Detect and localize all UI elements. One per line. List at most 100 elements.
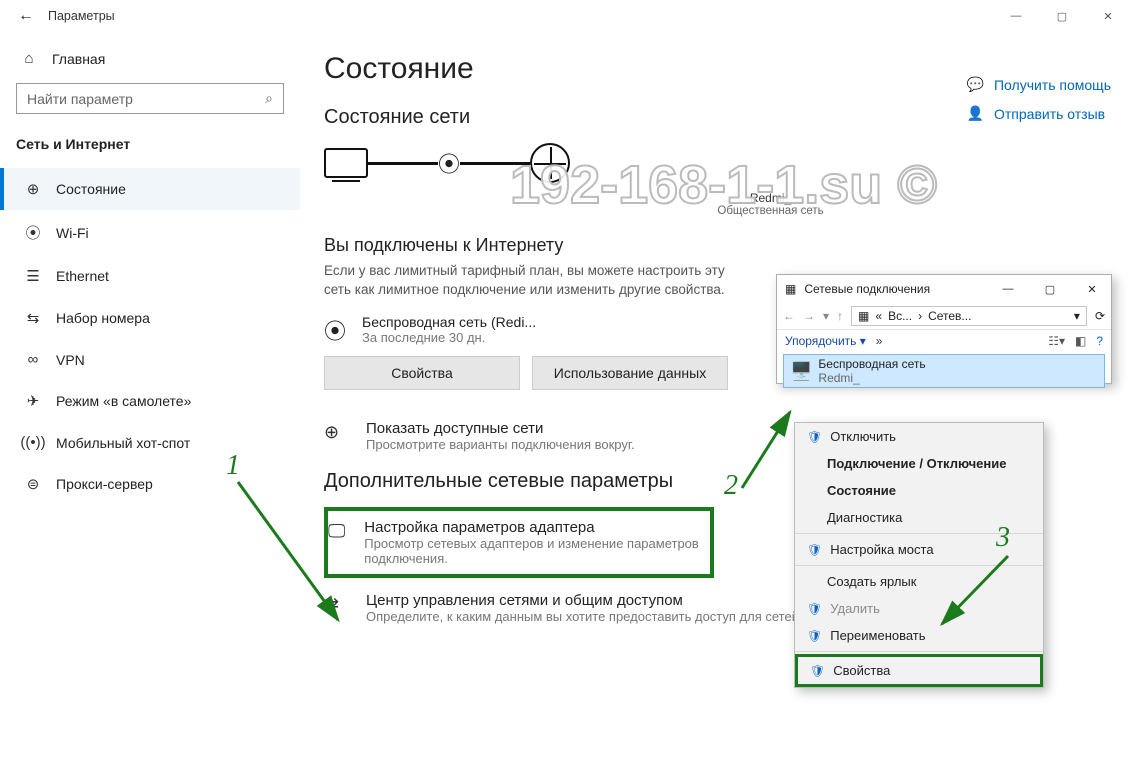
menu-label: Диагностика <box>827 510 902 525</box>
menu-label: Отключить <box>830 429 896 444</box>
annotation-2: 2 <box>724 470 738 502</box>
back-arrow-icon[interactable]: ← <box>16 6 36 26</box>
vpn-icon: ∞ <box>24 351 42 368</box>
sidebar-home[interactable]: ⌂ Главная <box>0 40 300 77</box>
sharing-icon: ⇄ <box>324 592 352 615</box>
sidebar-item-dialup[interactable]: ⇆ Набор номера <box>0 297 300 339</box>
feedback-link[interactable]: 👤 Отправить отзыв <box>967 105 1111 122</box>
watermark-text: 192-168-1-1.su © <box>510 154 937 216</box>
sidebar: ⌂ Главная Найти параметр ⌕ Сеть и Интерн… <box>0 32 300 759</box>
view-icon[interactable]: ☷▾ <box>1048 334 1065 348</box>
menu-item-status[interactable]: Состояние <box>795 477 1043 504</box>
get-help-link[interactable]: 💬 Получить помощь <box>967 76 1111 93</box>
explorer-app-icon: ▦ <box>785 282 796 296</box>
menu-item-disable[interactable]: 🛡 Отключить <box>795 423 1043 450</box>
get-help-label: Получить помощь <box>994 77 1111 93</box>
address-field[interactable]: ▦ « Вс... › Сетев... ▾ <box>851 306 1087 326</box>
right-rail: 💬 Получить помощь 👤 Отправить отзыв <box>967 76 1111 122</box>
connector-line <box>368 162 438 165</box>
globe-small-icon: ⊕ <box>324 420 352 443</box>
show-networks-sub: Просмотрите варианты подключения вокруг. <box>366 437 635 452</box>
window-controls: — ▢ ✕ <box>993 0 1131 32</box>
adapter-settings-link[interactable]: 🖵 Настройка параметров адаптера Просмотр… <box>328 519 700 566</box>
preview-pane-icon[interactable]: ◧ <box>1075 334 1086 348</box>
monitor-icon: 🖵 <box>328 519 350 542</box>
hotspot-icon: ((•)) <box>24 434 42 451</box>
menu-label: Состояние <box>827 483 896 498</box>
titlebar: ← Параметры <box>0 0 1131 32</box>
breadcrumb[interactable]: Вс... <box>888 309 912 323</box>
minimize-button[interactable]: — <box>993 0 1039 32</box>
sidebar-item-label: Мобильный хот-спот <box>56 435 190 451</box>
sidebar-item-label: VPN <box>56 352 85 368</box>
nav-back-icon[interactable]: ← <box>783 309 795 323</box>
home-icon: ⌂ <box>20 50 38 67</box>
nav-up-icon[interactable]: ↑ <box>837 309 843 323</box>
sidebar-section-title: Сеть и Интернет <box>0 126 300 168</box>
shield-icon: 🛡 <box>807 629 822 643</box>
network-adapter-item[interactable]: 🖥️ Беспроводная сеть Redmi_ <box>783 354 1105 388</box>
menu-item-properties[interactable]: 🛡 Свойства <box>795 654 1043 687</box>
menu-item-delete: 🛡 Удалить <box>795 595 1043 622</box>
sidebar-item-label: Состояние <box>56 181 126 197</box>
explorer-maximize-button[interactable]: ▢ <box>1033 276 1067 302</box>
explorer-close-button[interactable]: ✕ <box>1075 276 1109 302</box>
wifi-icon: ⦿ <box>24 222 42 243</box>
sidebar-item-label: Прокси-сервер <box>56 476 153 492</box>
sidebar-item-vpn[interactable]: ∞ VPN <box>0 339 300 380</box>
highlight-box-adapter: 🖵 Настройка параметров адаптера Просмотр… <box>324 507 714 578</box>
menu-label: Подключение / Отключение <box>827 456 1006 471</box>
explorer-address-bar: ← → ▾ ↑ ▦ « Вс... › Сетев... ▾ ⟳ <box>777 303 1111 330</box>
sidebar-item-proxy[interactable]: ⊜ Прокси-сервер <box>0 463 300 505</box>
window-title: Параметры <box>48 9 115 23</box>
explorer-toolbar: Упорядочить ▾ » ☷▾ ◧ ? <box>777 330 1111 352</box>
menu-item-connect[interactable]: Подключение / Отключение <box>795 450 1043 477</box>
more-button[interactable]: » <box>876 334 883 348</box>
network-adapter-icon: 🖥️ <box>790 361 812 382</box>
properties-button[interactable]: Свойства <box>324 356 520 390</box>
menu-label: Настройка моста <box>830 542 933 557</box>
sidebar-item-label: Набор номера <box>56 310 150 326</box>
menu-label: Переименовать <box>830 628 925 643</box>
shield-icon: 🛡 <box>807 602 822 616</box>
adapter-ssid: Redmi_ <box>818 371 925 385</box>
airplane-icon: ✈ <box>24 392 42 410</box>
menu-label: Удалить <box>830 601 880 616</box>
maximize-button[interactable]: ▢ <box>1039 0 1085 32</box>
sidebar-item-label: Wi-Fi <box>56 225 89 241</box>
arrange-button[interactable]: Упорядочить ▾ <box>785 334 866 348</box>
adapter-settings-sub: Просмотр сетевых адаптеров и изменение п… <box>364 536 700 566</box>
refresh-icon[interactable]: ⟳ <box>1095 309 1105 323</box>
explorer-minimize-button[interactable]: — <box>991 276 1025 302</box>
connected-description: Если у вас лимитный тарифный план, вы мо… <box>324 262 744 300</box>
sidebar-item-status[interactable]: ⊕ Состояние <box>0 168 300 210</box>
sidebar-home-label: Главная <box>52 51 105 67</box>
menu-item-rename[interactable]: 🛡 Переименовать <box>795 622 1043 649</box>
menu-label: Создать ярлык <box>827 574 916 589</box>
connected-title: Вы подключены к Интернету <box>324 235 1107 256</box>
address-icon: ▦ <box>858 309 869 323</box>
annotation-3: 3 <box>996 522 1010 554</box>
nav-forward-icon[interactable]: → <box>803 309 815 323</box>
annotation-1: 1 <box>226 450 240 482</box>
dialup-icon: ⇆ <box>24 309 42 327</box>
help-icon[interactable]: ? <box>1096 334 1103 348</box>
sidebar-item-wifi[interactable]: ⦿ Wi-Fi <box>0 210 300 255</box>
menu-item-shortcut[interactable]: Создать ярлык <box>795 568 1043 595</box>
menu-label: Свойства <box>833 663 890 678</box>
sidebar-item-ethernet[interactable]: ☰ Ethernet <box>0 255 300 297</box>
search-input[interactable]: Найти параметр ⌕ <box>16 83 284 114</box>
breadcrumb[interactable]: Сетев... <box>928 309 971 323</box>
show-networks-title: Показать доступные сети <box>366 420 635 437</box>
nav-dropdown-icon[interactable]: ▾ <box>823 309 829 323</box>
sidebar-item-airplane[interactable]: ✈ Режим «в самолете» <box>0 380 300 422</box>
shield-icon: 🛡 <box>810 664 825 678</box>
pc-icon <box>324 148 368 178</box>
sidebar-item-hotspot[interactable]: ((•)) Мобильный хот-спот <box>0 422 300 463</box>
search-icon: ⌕ <box>265 90 273 107</box>
close-button[interactable]: ✕ <box>1085 0 1131 32</box>
data-usage-button[interactable]: Использование данных <box>532 356 728 390</box>
explorer-window: ▦ Сетевые подключения — ▢ ✕ ← → ▾ ↑ ▦ « … <box>776 274 1112 384</box>
sidebar-item-label: Ethernet <box>56 268 109 284</box>
person-icon: 👤 <box>967 105 984 122</box>
